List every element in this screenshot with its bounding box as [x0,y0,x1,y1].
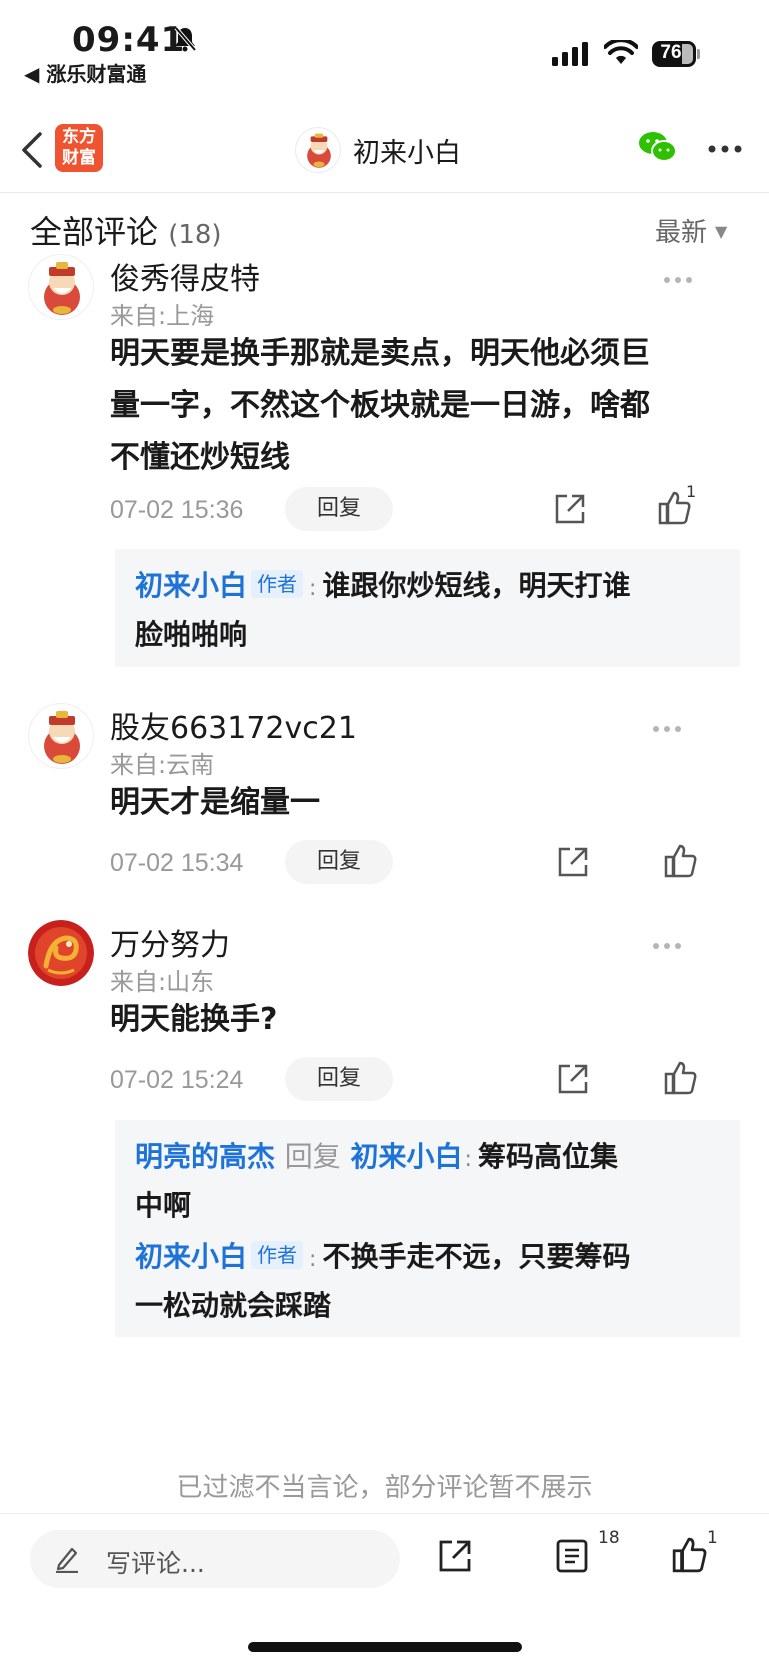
avatar[interactable] [28,920,94,986]
reply-word: 回复 [284,1140,341,1173]
reply-author[interactable]: 明亮的高杰 [135,1140,275,1173]
share-icon[interactable] [553,492,587,526]
reply-text-line: 不换手走不远，只要筹码 [322,1240,631,1273]
comment-more-icon[interactable] [653,934,693,949]
share-icon[interactable] [437,1538,473,1574]
logo-line-2: 财富 [62,148,96,168]
comment-count-badge: 18 [598,1528,620,1548]
avatar[interactable] [28,703,94,769]
sort-label: 最新 [655,218,708,248]
comment-list-icon[interactable] [555,1538,589,1574]
wechat-icon[interactable] [638,130,678,164]
share-icon[interactable] [556,845,590,879]
comment-text: 明天要是换手那就是卖点，明天他必须巨 量一字，不然这个板块就是一日游，啥都 不懂… [110,328,730,484]
comments-title: 全部评论 [30,213,159,251]
logo-line-1: 东方 [62,127,96,147]
reply-text-line: 脸啪啪响 [135,618,248,651]
more-options-icon[interactable] [708,138,742,157]
comment-username[interactable]: 股友663172vc21 [110,703,357,747]
comment-username[interactable]: 万分努力 [110,920,230,964]
comment-input[interactable]: 写评论... [30,1530,400,1588]
author-avatar [295,127,341,173]
bell-muted-icon [174,26,196,52]
reply-item: 初来小白 作者: 谁跟你炒短线，明天打谁 脸啪啪响 [135,569,631,651]
author-tag: 作者 [251,1241,304,1269]
wifi-icon [604,40,638,64]
share-icon[interactable] [556,1062,590,1096]
comment-text: 明天能换手? [110,994,730,1046]
battery-indicator: 76 [652,41,700,67]
thumbs-up-icon[interactable] [664,1060,698,1096]
reply-button[interactable]: 回复 [285,840,393,884]
pencil-icon [56,1547,78,1573]
cell-signal-icon [552,42,588,66]
avatar[interactable] [28,254,94,320]
author-tag: 作者 [251,570,304,598]
comment-more-icon[interactable] [664,268,704,283]
comment-username[interactable]: 俊秀得皮特 [110,254,260,298]
comment-text: 明天才是缩量一 [110,777,730,829]
reply-author[interactable]: 初来小白 [135,569,247,602]
thumbs-up-icon[interactable] [664,843,698,879]
like-count: 1 [686,482,697,501]
comment-more-icon[interactable] [653,717,693,732]
back-arrow-icon[interactable] [16,124,56,176]
back-to-app-link[interactable]: ◀ 涨乐财富通 [24,58,146,87]
like-count-badge: 1 [707,1528,718,1548]
bottom-bar: 写评论... 18 1 [0,1513,769,1665]
status-bar: 09:41 ◀ 涨乐财富通 76 [0,0,769,100]
comment-location: 来自:云南 [110,751,215,779]
comments-count: (18) [168,220,222,250]
reply-author[interactable]: 初来小白 [135,1240,247,1273]
comment-location: 来自:山东 [110,968,215,996]
reply-text-line: 谁跟你炒短线，明天打谁 [322,569,631,602]
nav-title: 初来小白 [353,137,461,169]
comments-header: 全部评论 (18) [30,207,222,253]
status-time: 09:41 [72,20,186,60]
reply-text-line: 一松动就会踩踏 [135,1289,332,1322]
nav-bar: 东方 财富 初来小白 [0,108,769,193]
home-indicator[interactable] [248,1642,522,1652]
reply-button[interactable]: 回复 [285,1057,393,1101]
comment-date: 07-02 15:34 [110,849,244,877]
battery-level: 76 [660,42,682,63]
reply-box: 明亮的高杰 回复 初来小白: 筹码高位集 中啊 初来小白 作者: 不换手走不远，只要筹… [115,1120,740,1337]
comment-text-line: 明天才是缩量一 [110,785,320,820]
app-logo[interactable]: 东方 财富 [55,124,103,172]
caret-down-icon: ▼ [715,222,728,241]
comment-text-line: 明天要是换手那就是卖点，明天他必须巨 [110,336,650,371]
comment-location: 来自:上海 [110,302,215,330]
comment-text-line: 不懂还炒短线 [110,440,290,475]
sort-dropdown[interactable]: 最新 ▼ [655,212,727,249]
reply-text-line: 中啊 [135,1189,192,1222]
comment-text-line: 明天能换手? [110,1002,278,1037]
comment-text-line: 量一字，不然这个板块就是一日游，啥都 [110,388,650,423]
reply-box: 初来小白 作者: 谁跟你炒短线，明天打谁 脸啪啪响 [115,549,740,667]
comment-date: 07-02 15:24 [110,1066,244,1094]
reply-target[interactable]: 初来小白 [351,1140,463,1173]
comment-input-placeholder: 写评论... [106,1549,205,1578]
reply-item: 明亮的高杰 回复 初来小白: 筹码高位集 中啊 [135,1140,618,1222]
thumbs-up-icon[interactable] [672,1536,708,1574]
reply-button[interactable]: 回复 [285,487,393,531]
nav-title-group[interactable]: 初来小白 [295,124,461,176]
comment-date: 07-02 15:36 [110,496,244,524]
reply-item: 初来小白 作者: 不换手走不远，只要筹码 一松动就会踩踏 [135,1240,631,1322]
filtered-notice: 已过滤不当言论，部分评论暂不展示 [176,1473,593,1503]
reply-text-line: 筹码高位集 [477,1140,618,1173]
